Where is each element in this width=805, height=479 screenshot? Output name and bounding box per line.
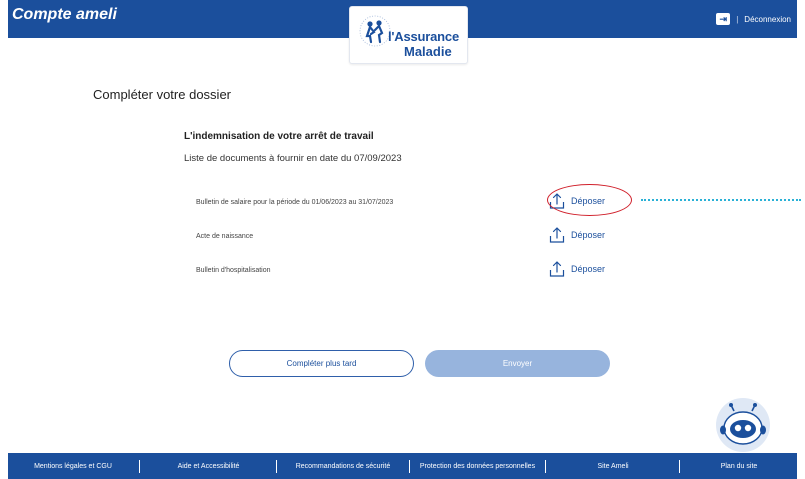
footer-divider (545, 460, 546, 473)
footer-link-ameli[interactable]: Site Ameli (547, 453, 679, 479)
deposer-button[interactable]: Déposer (549, 260, 605, 278)
upload-icon[interactable] (549, 226, 565, 244)
document-label: Bulletin de salaire pour la période du 0… (196, 199, 394, 206)
footer-divider (276, 460, 277, 473)
footer-divider (679, 460, 680, 473)
deposer-label: Déposer (571, 230, 606, 240)
footer-link-aide[interactable]: Aide et Accessibilité (141, 453, 276, 479)
footer-link-securite[interactable]: Recommandations de sécurité (278, 453, 408, 479)
footer-link-plan[interactable]: Plan du site (681, 453, 797, 479)
upload-icon[interactable] (549, 260, 565, 278)
footer-divider (139, 460, 140, 473)
callout-dotted-line (641, 199, 801, 201)
logo-figures-icon (359, 15, 391, 47)
section-subtitle: Liste de documents à fournir en date du … (184, 153, 402, 164)
footer: Mentions légales et CGU Aide et Accessib… (8, 453, 797, 479)
deposer-label: Déposer (571, 264, 606, 274)
send-button[interactable]: Envoyer (425, 350, 610, 377)
assurance-maladie-logo[interactable]: l'Assurance Maladie (349, 6, 468, 64)
document-row: Bulletin d'hospitalisation Déposer (196, 260, 646, 284)
page-title: Compléter votre dossier (93, 87, 231, 102)
logout-link[interactable]: Déconnexion (744, 15, 791, 24)
chatbot-icon[interactable] (715, 397, 771, 453)
document-label: Bulletin d'hospitalisation (196, 267, 271, 274)
section-title: L'indemnisation de votre arrêt de travai… (184, 131, 374, 142)
document-label: Acte de naissance (196, 233, 254, 240)
divider: | (736, 14, 739, 24)
app-frame: Compte ameli ⇥ | Déconnexion l'Assurance… (8, 0, 801, 479)
logout-icon[interactable]: ⇥ (716, 13, 731, 25)
logo-text-line2: Maladie (404, 44, 452, 59)
footer-link-mentions[interactable]: Mentions légales et CGU (8, 453, 138, 479)
app-title: Compte ameli (12, 6, 117, 23)
logout-area[interactable]: ⇥ | Déconnexion (716, 13, 791, 25)
footer-link-donnees[interactable]: Protection des données personnelles (411, 453, 544, 479)
document-row: Acte de naissance Déposer (196, 226, 646, 250)
highlight-circle (547, 184, 632, 216)
logo-text-line1: l'Assurance (388, 29, 459, 44)
complete-later-button[interactable]: Compléter plus tard (229, 350, 414, 377)
footer-divider (409, 460, 410, 473)
deposer-button[interactable]: Déposer (549, 226, 605, 244)
